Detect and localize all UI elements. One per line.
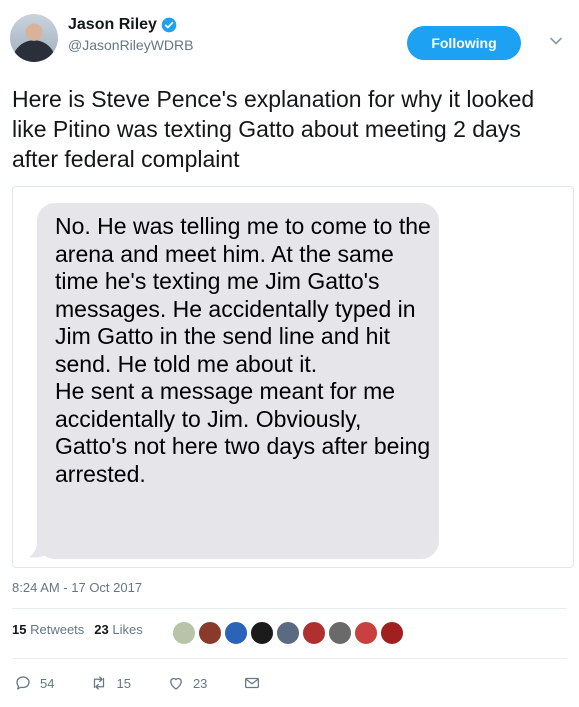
tweet-actions: 54 15 23: [14, 674, 297, 692]
tweet-header: Jason Riley @JasonRileyWDRB Following: [10, 14, 569, 66]
direct-message-button[interactable]: [243, 674, 261, 692]
author-block[interactable]: Jason Riley @JasonRileyWDRB: [68, 16, 193, 53]
liker-avatar[interactable]: [224, 621, 248, 645]
message-bubble: No. He was telling me to come to the are…: [37, 203, 439, 559]
liker-avatar[interactable]: [276, 621, 300, 645]
message-text: No. He was telling me to come to the are…: [55, 213, 431, 487]
tweet-timestamp[interactable]: 8:24 AM - 17 Oct 2017: [12, 580, 142, 595]
liker-avatar[interactable]: [380, 621, 404, 645]
tweet-media[interactable]: No. He was telling me to come to the are…: [12, 186, 574, 568]
chevron-down-icon[interactable]: [549, 34, 563, 48]
tweet-stats: 15 Retweets 23 Likes: [12, 622, 143, 637]
likes-stat[interactable]: 23 Likes: [94, 622, 142, 637]
tweet-text: Here is Steve Pence's explanation for wh…: [12, 86, 535, 172]
like-button[interactable]: 23: [167, 674, 207, 692]
author-name[interactable]: Jason Riley: [68, 16, 157, 34]
retweet-icon: [94, 676, 105, 690]
reply-icon: [16, 676, 30, 690]
liker-avatar[interactable]: [328, 621, 352, 645]
envelope-icon: [245, 677, 260, 689]
retweets-stat[interactable]: 15 Retweets: [12, 622, 84, 637]
heart-icon: [170, 677, 182, 690]
liker-avatar[interactable]: [354, 621, 378, 645]
reply-button[interactable]: 54: [14, 674, 54, 692]
likers-avatars: [172, 621, 404, 645]
bubble-tail: [29, 535, 51, 558]
avatar[interactable]: [10, 14, 58, 62]
liker-avatar[interactable]: [172, 621, 196, 645]
verified-badge-icon: [161, 17, 177, 33]
following-button[interactable]: Following: [407, 26, 521, 60]
author-handle[interactable]: @JasonRileyWDRB: [68, 37, 193, 53]
liker-avatar[interactable]: [250, 621, 274, 645]
divider: [12, 608, 567, 609]
retweet-button[interactable]: 15: [90, 674, 131, 692]
liker-avatar[interactable]: [198, 621, 222, 645]
liker-avatar[interactable]: [302, 621, 326, 645]
divider: [12, 658, 567, 659]
